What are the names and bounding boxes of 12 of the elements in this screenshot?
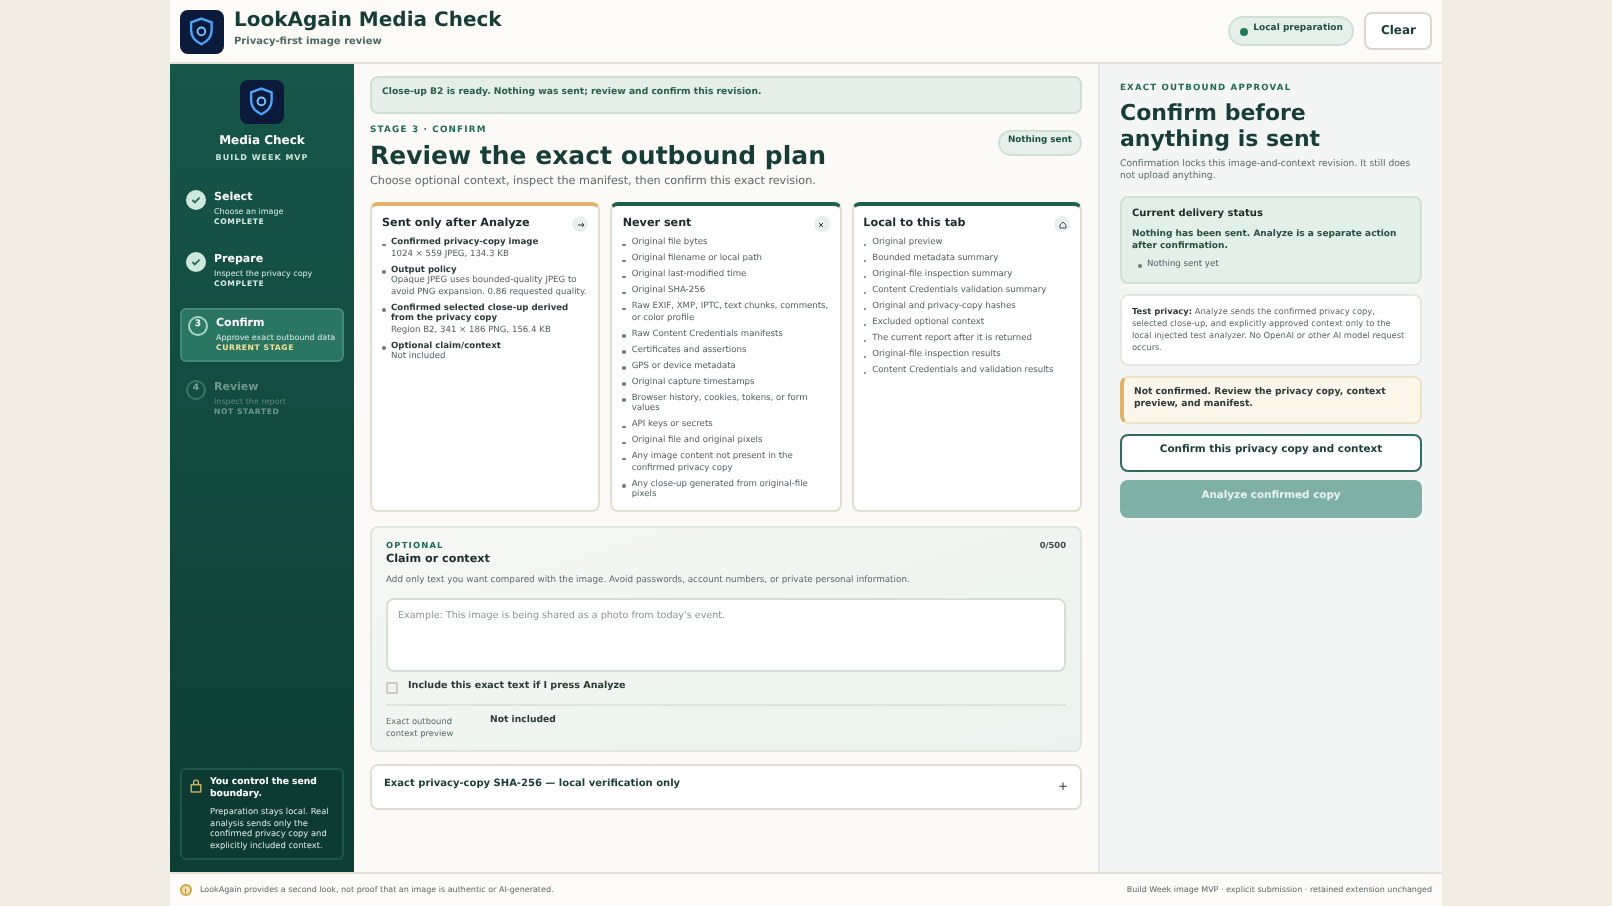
shield-logo-icon [240, 80, 284, 124]
app-title: LookAgain Media Check [234, 11, 502, 32]
check-circle-icon [186, 190, 206, 210]
panel-heading: Confirm before anything is sent [1120, 100, 1323, 153]
home-icon [1054, 216, 1070, 233]
page-heading: Review the exact outbound plan [370, 139, 828, 169]
info-icon [180, 884, 192, 896]
arrow-icon [572, 216, 589, 233]
lock-icon [190, 778, 202, 794]
include-checkbox[interactable] [386, 681, 398, 694]
close-icon [813, 216, 830, 233]
shield-logo-icon [180, 9, 224, 53]
